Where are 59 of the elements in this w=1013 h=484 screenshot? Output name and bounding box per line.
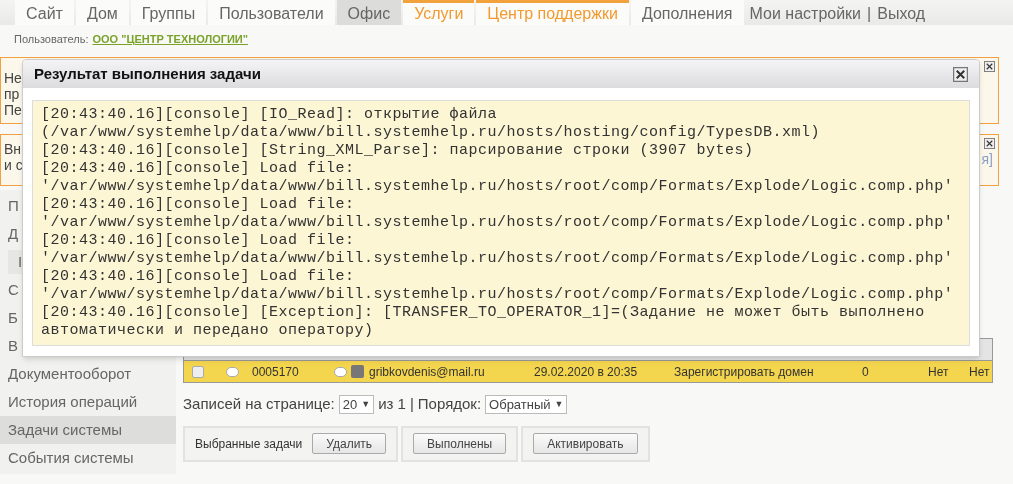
log-line: (/var/www/systemhelp/data/www/bill.systemhelp.ru/hosts/hosting/config/TypesDB.xml) xyxy=(41,124,821,142)
table-row[interactable]: 0005170 gribkovdenis@mail.ru 29.02.2020 в 20:35 Зарегистрировать домен 0 Нет Нет xyxy=(183,360,993,383)
order-label: Порядок: xyxy=(417,394,482,414)
pagination-separator: | xyxy=(409,394,414,414)
caret-icon: ▼ xyxy=(554,397,564,411)
user-link[interactable]: ООО "ЦЕНТР ТЕХНОЛОГИИ" xyxy=(92,30,248,48)
log-line: автоматически и передано оператору) xyxy=(41,322,374,340)
notice-text: пр xyxy=(4,86,20,102)
sidebar-item[interactable]: История операций xyxy=(0,388,176,416)
order-select[interactable]: Обратный ▼ xyxy=(485,394,568,414)
nav-tab[interactable]: Офис xyxy=(336,0,402,25)
sidebar-item[interactable]: Документооборот xyxy=(0,360,176,388)
log-line: [20:43:40.16][console] [Exception]: [TRANSFER_TO_OPERATOR_1]=(Задание не может быть выполнено xyxy=(41,304,925,322)
action-button[interactable]: Активировать xyxy=(533,433,638,454)
action-label: Выбранные задачи xyxy=(195,435,303,453)
log-line: '/var/www/systemhelp/data/www/bill.systemhelp.ru/hosts/root/comp/Formats/Explode/Logic.comp.php' xyxy=(41,286,954,304)
log-line: [20:43:40.16][console] Load file: xyxy=(41,268,355,286)
log-line: [20:43:40.16][console] [IO_Read]: открытие файла xyxy=(41,106,498,124)
table-cell-text: Нет xyxy=(928,363,950,381)
log-line: '/var/www/systemhelp/data/www/bill.systemhelp.ru/hosts/root/comp/Formats/Explode/Logic.comp.php' xyxy=(41,214,954,232)
pagination-total: из 1 xyxy=(378,394,406,414)
sidebar-item[interactable]: Задачи системы xyxy=(0,416,176,444)
table-cell-text: 0 xyxy=(862,363,870,381)
user-label: Пользователь: xyxy=(14,31,89,47)
notice-text: я] xyxy=(981,150,993,169)
table-cell-text: Зарегистрировать домен xyxy=(674,363,815,381)
dialog-title: Результат выполнения задачи xyxy=(34,63,261,84)
nav-link[interactable]: Мои настройки xyxy=(749,1,862,26)
notice-text: и с xyxy=(4,157,23,173)
action-button[interactable]: Удалить xyxy=(312,433,387,454)
notice-text: Не xyxy=(4,70,22,86)
sidebar-item[interactable]: События системы xyxy=(0,444,176,472)
table-cell-text: 29.02.2020 в 20:35 xyxy=(534,363,639,381)
nav-link[interactable]: Выход xyxy=(877,1,926,26)
nav-tab[interactable]: Дом xyxy=(75,0,129,25)
nav-tab[interactable]: Дополнения xyxy=(630,0,744,25)
caret-icon: ▼ xyxy=(361,397,371,411)
nav-separator: | xyxy=(867,3,872,24)
log-line: '/var/www/systemhelp/data/www/bill.systemhelp.ru/hosts/root/comp/Formats/Explode/Logic.comp.php' xyxy=(41,178,954,196)
close-icon[interactable] xyxy=(953,66,968,82)
table-cell-text: 0005170 xyxy=(252,363,300,381)
log-line: [20:43:40.16][console] Load file: xyxy=(41,232,355,250)
table-cell-text: Нет xyxy=(969,363,990,381)
nav-tab[interactable]: Группы xyxy=(130,0,207,25)
log-line: '/var/www/systemhelp/data/www/bill.systemhelp.ru/hosts/root/comp/Formats/Explode/Logic.comp.php' xyxy=(41,250,954,268)
nav-tab[interactable]: Сайт xyxy=(15,0,74,25)
action-button[interactable]: Выполнены xyxy=(413,433,507,454)
notice-text: Пе xyxy=(4,102,22,118)
per-page-select[interactable]: 20 ▼ xyxy=(338,394,375,414)
table-cell-text: gribkovdenis@mail.ru xyxy=(369,363,486,381)
nav-tab[interactable]: Пользователи xyxy=(208,0,335,25)
log-line: [20:43:40.16][console] [String_XML_Parse]: парсирование строки (3907 bytes) xyxy=(41,142,754,160)
notice-text: Вн xyxy=(4,141,22,157)
row-checkbox[interactable] xyxy=(192,365,204,378)
log-line: [20:43:40.16][console] Load file: xyxy=(41,196,355,214)
close-icon[interactable] xyxy=(984,61,995,72)
log-line: [20:43:40.16][console] Load file: xyxy=(41,160,355,178)
close-icon[interactable] xyxy=(984,138,995,149)
pagination-label: Записей на странице: xyxy=(183,394,335,414)
